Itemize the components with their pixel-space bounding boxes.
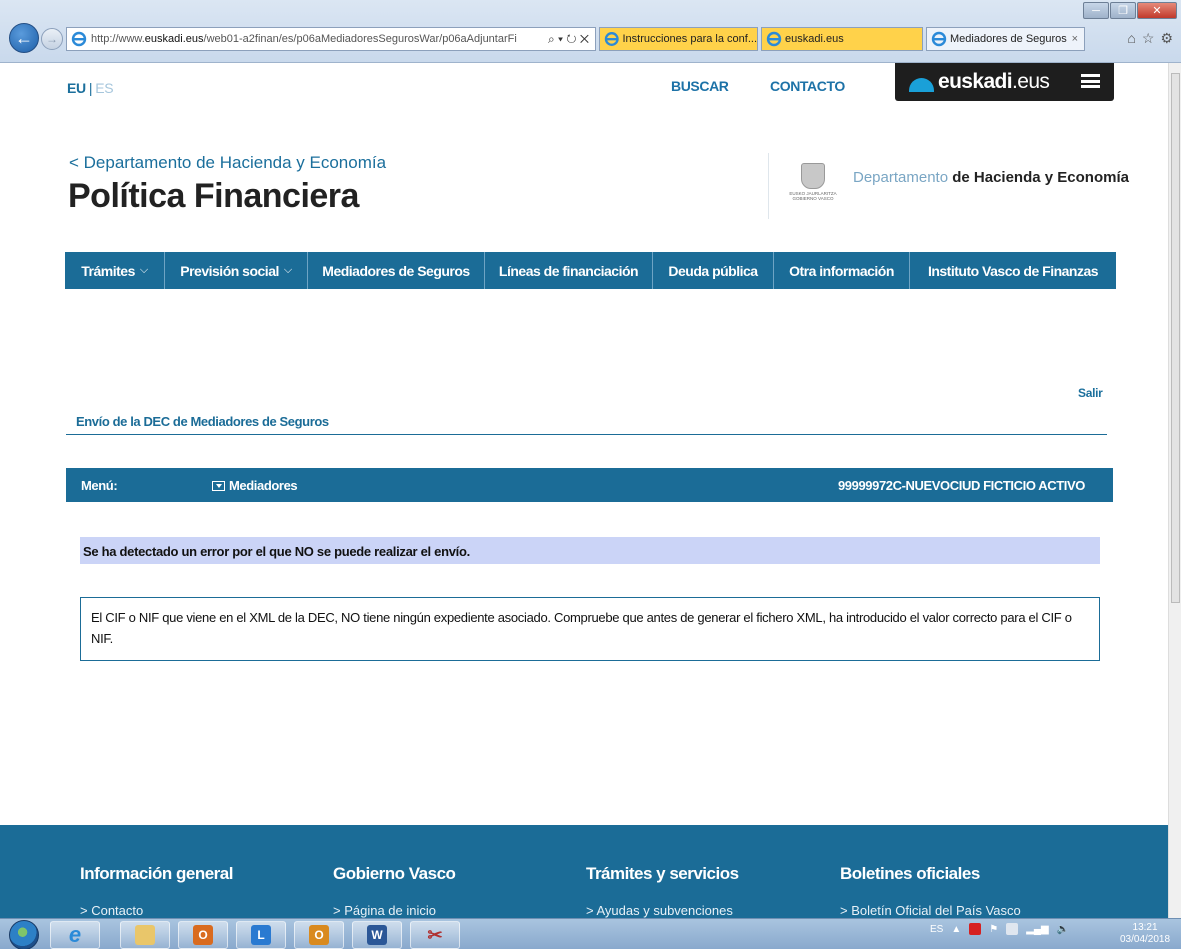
footer-col-boletines: Boletines oficiales > Boletín Oficial de… (840, 864, 1021, 918)
footer-link[interactable]: > Ayudas y subvenciones (586, 903, 739, 918)
back-arrow-icon[interactable]: ← (9, 23, 39, 53)
nav-item-otra-informacion[interactable]: Otra información (774, 252, 910, 289)
euskadi-logo[interactable]: euskadi.eus (895, 63, 1114, 101)
browser-chrome: ─ ❐ ✕ ← → http://www.euskadi.eus/web01-a… (0, 0, 1181, 63)
ie-icon (71, 31, 87, 47)
taskbar-explorer-icon[interactable] (120, 921, 170, 949)
taskbar-lync-icon[interactable]: L (236, 921, 286, 949)
minimize-icon[interactable]: ─ (1083, 2, 1109, 19)
favorites-star-icon[interactable]: ☆ (1142, 30, 1155, 47)
footer-link[interactable]: > Página de inicio (333, 903, 455, 918)
hamburger-menu-icon[interactable] (1081, 74, 1100, 88)
maximize-icon[interactable]: ❐ (1110, 2, 1136, 19)
tab-instrucciones[interactable]: Instrucciones para la conf... (599, 27, 758, 51)
section-title: Envío de la DEC de Mediadores de Seguros (76, 414, 329, 429)
app-menu-bar: Menú: Mediadores 99999972C-NUEVOCIUD FIC… (66, 468, 1113, 502)
ie-icon (931, 31, 947, 47)
window-controls: ─ ❐ ✕ (1083, 2, 1177, 19)
taskbar-onenote-icon[interactable]: O (294, 921, 344, 949)
address-bar[interactable]: http://www.euskadi.eus/web01-a2finan/es/… (66, 27, 596, 51)
mediadores-dropdown[interactable]: Mediadores (212, 478, 298, 493)
nav-item-tramites[interactable]: Trámites ⌵ (65, 252, 165, 289)
web-page: EU | ES BUSCAR CONTACTO euskadi.eus < Depa… (0, 63, 1168, 918)
home-icon[interactable]: ⌂ (1127, 30, 1135, 47)
address-actions[interactable]: ⌕ ▾ ↻ ✕ (542, 32, 595, 47)
gobierno-vasco-seal-icon: EUSKO JAURLARITZA GOBIERNO VASCO (787, 163, 839, 213)
footer-heading: Información general (80, 864, 233, 883)
footer-link[interactable]: > Contacto (80, 903, 233, 918)
address-url[interactable]: http://www.euskadi.eus/web01-a2finan/es/… (91, 33, 542, 45)
footer-col-gobierno: Gobierno Vasco > Página de inicio (333, 864, 456, 918)
lang-separator: | (88, 80, 93, 96)
taskbar-clock[interactable]: 13:21 03/04/2018 (1120, 922, 1170, 946)
close-window-icon[interactable]: ✕ (1137, 2, 1177, 19)
tab-title: Mediadores de Seguros (950, 33, 1067, 45)
tray-flag-icon[interactable]: ⚑ (989, 924, 998, 935)
dropdown-label: Mediadores (229, 478, 298, 493)
footer-heading: Boletines oficiales (840, 864, 980, 883)
header-divider (768, 153, 769, 219)
forward-arrow-icon[interactable]: → (41, 28, 63, 50)
lang-eu[interactable]: EU (67, 80, 86, 96)
taskbar-ie-icon[interactable]: e (50, 921, 100, 949)
taskbar-word-icon[interactable]: W (352, 921, 402, 949)
user-identifier: 99999972C-NUEVOCIUD FICTICIO ACTIVO (837, 478, 1085, 493)
ie-icon (766, 31, 782, 47)
shield-icon (801, 163, 825, 189)
nav-item-deuda-publica[interactable]: Deuda pública (653, 252, 774, 289)
tray-expand-icon[interactable]: ▲ (951, 924, 961, 935)
nav-item-lineas-financiacion[interactable]: Líneas de financiación (485, 252, 653, 289)
tab-title: Instrucciones para la conf... (622, 33, 757, 45)
ie-icon (604, 32, 619, 46)
taskbar-snipping-tool-icon[interactable]: ✂ (410, 921, 460, 949)
chevron-down-icon: ⌵ (283, 264, 292, 276)
tray-network-icon[interactable] (1006, 923, 1019, 935)
footer-link[interactable]: > Boletín Oficial del País Vasco (840, 903, 1021, 918)
language-switcher: EU | ES (67, 80, 114, 96)
menu-label: Menú: (81, 478, 118, 493)
tray-volume-icon[interactable]: 🔈 (1057, 924, 1069, 935)
clock-time: 13:21 (1132, 922, 1158, 933)
department-name: Departamento de Hacienda y Economía (853, 169, 1129, 186)
tab-euskadi[interactable]: euskadi.eus (761, 27, 923, 51)
start-button-icon[interactable] (9, 920, 39, 949)
input-language[interactable]: ES (930, 924, 943, 935)
footer-col-tramites: Trámites y servicios > Ayudas y subvenci… (586, 864, 739, 918)
tray-antivirus-icon[interactable] (969, 923, 982, 935)
dropdown-arrow-icon (212, 480, 225, 491)
footer: Información general > Contacto Gobierno … (0, 825, 1168, 918)
error-message: El CIF o NIF que viene en el XML de la D… (80, 597, 1100, 661)
tab-title: euskadi.eus (785, 33, 844, 45)
euskadi-arc-icon (909, 78, 934, 92)
seal-text: EUSKO JAURLARITZA GOBIERNO VASCO (789, 191, 837, 201)
nav-item-instituto-vasco[interactable]: Instituto Vasco de Finanzas (910, 252, 1116, 289)
main-navigation: Trámites ⌵ Previsión social ⌵ Mediadores d… (65, 252, 1116, 289)
system-tray: ES ▲ ⚑ ▂▄▆ 🔈 (930, 923, 1069, 935)
browser-toolbar-icons: ⌂ ☆ ⚙ (1127, 30, 1173, 47)
clock-date: 03/04/2018 (1120, 934, 1171, 945)
taskbar-outlook-icon[interactable]: O (178, 921, 228, 949)
vertical-scrollbar[interactable] (1168, 63, 1181, 918)
buscar-link[interactable]: BUSCAR (671, 78, 729, 94)
scrollbar-thumb[interactable] (1171, 73, 1180, 603)
euskadi-brand: euskadi.eus (938, 70, 1050, 93)
contacto-link[interactable]: CONTACTO (770, 78, 845, 94)
tab-mediadores[interactable]: Mediadores de Seguros × (926, 27, 1085, 51)
lang-es[interactable]: ES (95, 80, 113, 96)
department-back-link[interactable]: < Departamento de Hacienda y Economía (69, 153, 386, 173)
tab-close-icon[interactable]: × (1072, 33, 1078, 45)
footer-heading: Trámites y servicios (586, 864, 739, 883)
footer-col-informacion: Información general > Contacto (80, 864, 233, 918)
section-divider (66, 434, 1107, 435)
nav-item-prevision-social[interactable]: Previsión social ⌵ (165, 252, 308, 289)
footer-heading: Gobierno Vasco (333, 864, 456, 883)
error-heading: Se ha detectado un error por el que NO s… (80, 537, 1100, 564)
page-title: Política Financiera (68, 177, 359, 215)
nav-item-mediadores[interactable]: Mediadores de Seguros (308, 252, 485, 289)
settings-gear-icon[interactable]: ⚙ (1160, 30, 1173, 47)
chevron-down-icon: ⌵ (139, 264, 148, 276)
salir-link[interactable]: Salir (1078, 386, 1103, 400)
taskbar: e O L O W ✂ ES ▲ ⚑ ▂▄▆ 🔈 13:21 03/04/201… (0, 918, 1181, 949)
tray-signal-icon[interactable]: ▂▄▆ (1026, 924, 1048, 935)
